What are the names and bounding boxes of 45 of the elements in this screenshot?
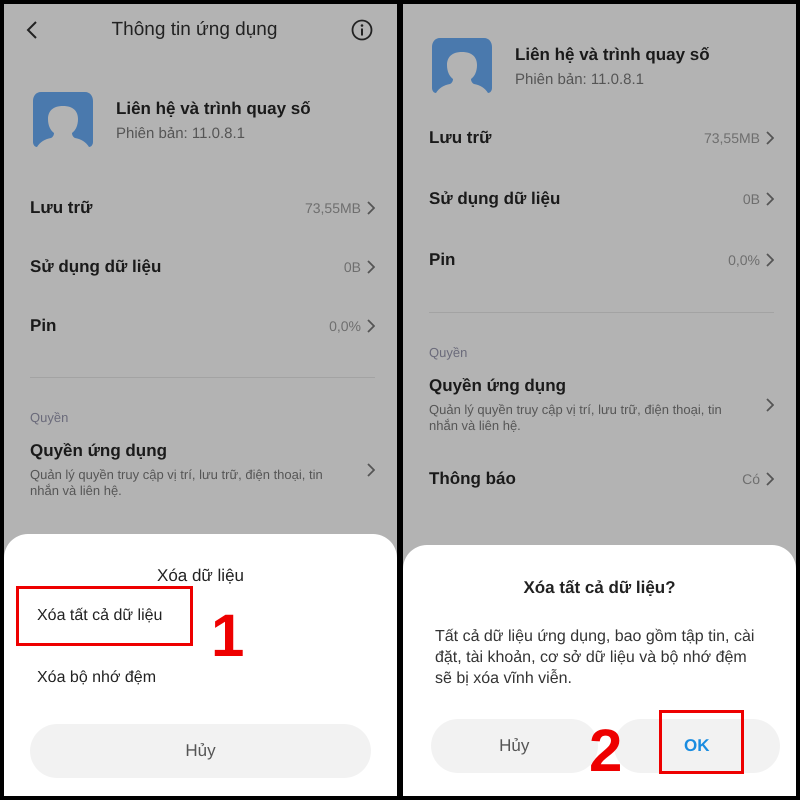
chevron-icon — [766, 472, 774, 486]
chevron-icon — [367, 318, 375, 332]
setting-label[interactable]: Quyền ứng dụng — [429, 376, 741, 396]
dialog-message: Tất cả dữ liệu ứng dụng, bao gồm tập tin, cài đặt, tài khoản, cơ sở dữ liệu và bộ nhớ đệm sẽ bị xóa vĩnh viễn. — [434, 627, 756, 689]
setting-label[interactable]: Pin — [429, 250, 456, 270]
sheet-title: Xóa dữ liệu — [156, 566, 245, 586]
section-header: Quyền — [428, 345, 468, 360]
menu-option[interactable]: Xóa bộ nhớ đệm — [16, 648, 188, 708]
dialog-title: Xóa tất cả dữ liệu? — [522, 578, 677, 598]
menu-option[interactable]: Xóa tất cả dữ liệu — [16, 586, 194, 646]
setting-value: 73,55MB — [304, 200, 361, 216]
setting-description: Quản lý quyền truy cập vị trí, lưu trữ, điện thoại, tin nhắn và liên hệ. — [30, 467, 324, 499]
setting-label[interactable]: Pin — [30, 316, 56, 336]
setting-value: 73,55MB — [704, 130, 760, 146]
setting-label[interactable]: Lưu trữ — [429, 128, 492, 148]
app-version: Phiên bản: 11.0.8.1 — [515, 70, 645, 88]
setting-value: Có — [742, 470, 760, 486]
setting-label[interactable]: Sử dụng dữ liệu — [429, 188, 560, 208]
contact-icon — [32, 92, 94, 148]
app-name: Liên hệ và trình quay số — [515, 44, 710, 64]
back-icon[interactable] — [26, 20, 38, 40]
setting-description: Quản lý quyền truy cập vị trí, lưu trữ, điện thoại, tin nhắn và liên hệ. — [429, 402, 723, 434]
chevron-icon — [766, 192, 774, 206]
setting-value: 0B — [742, 190, 760, 206]
setting-label[interactable]: Lưu trữ — [30, 198, 92, 218]
section-header: Quyền — [29, 410, 70, 425]
screen-title: Thông tin ứng dụng — [112, 19, 278, 41]
contact-icon — [431, 38, 493, 94]
app-version: Phiên bản: 11.0.8.1 — [116, 124, 246, 142]
app-name: Liên hệ và trình quay số — [116, 98, 311, 118]
step-number: 1 — [211, 606, 244, 666]
chevron-icon — [367, 200, 375, 214]
chevron-icon — [766, 130, 774, 144]
setting-value: 0B — [344, 258, 361, 274]
chevron-icon — [766, 252, 774, 266]
setting-label[interactable]: Quyền ứng dụng — [30, 441, 342, 461]
chevron-icon — [766, 398, 774, 412]
setting-label[interactable]: Thông báo — [429, 468, 516, 488]
chevron-icon — [367, 260, 375, 274]
info-icon[interactable] — [351, 19, 373, 41]
setting-value: 0,0% — [329, 318, 361, 334]
setting-value: 0,0% — [728, 252, 760, 268]
chevron-icon — [367, 463, 375, 477]
cancel-button[interactable]: Hủy — [30, 724, 371, 778]
setting-label[interactable]: Sử dụng dữ liệu — [30, 256, 162, 276]
